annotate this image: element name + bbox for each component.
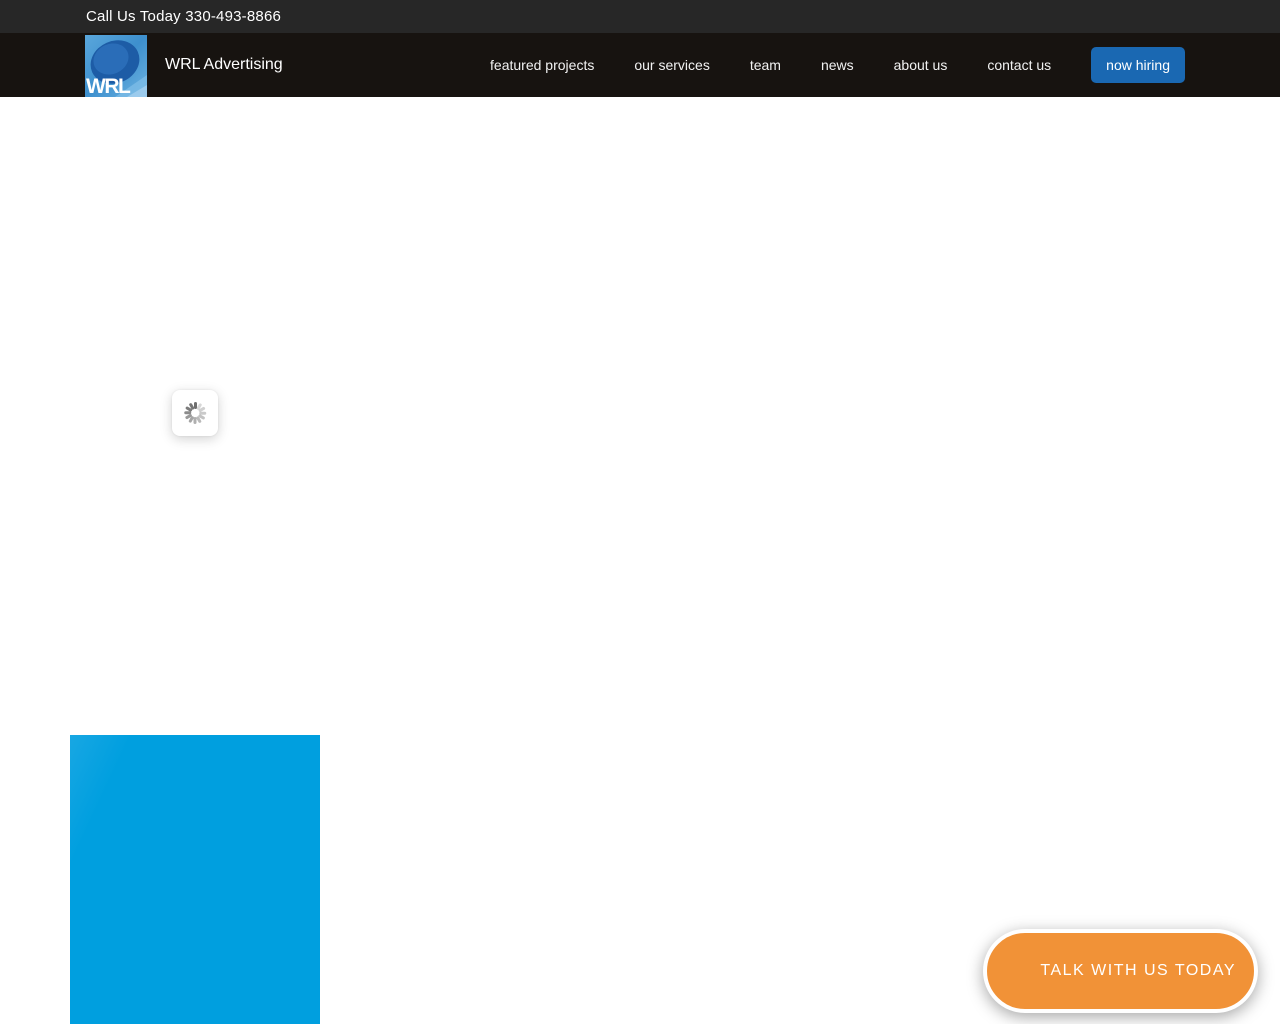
brand-title[interactable]: WRL Advertising	[165, 56, 283, 74]
phone-number[interactable]: Call Us Today 330-493-8866	[86, 8, 281, 25]
nav-item-featured-projects[interactable]: featured projects	[490, 57, 594, 73]
nav-item-contact-us[interactable]: contact us	[987, 57, 1051, 73]
loading-spinner-card	[172, 390, 218, 436]
nav-item-news[interactable]: news	[821, 57, 854, 73]
wrl-logo[interactable]: WRL	[85, 35, 147, 97]
nav-item-our-services[interactable]: our services	[634, 57, 709, 73]
navbar: WRL WRL Advertising featured projects ou…	[0, 33, 1280, 97]
talk-with-us-button[interactable]: TALK WITH US TODAY	[983, 929, 1258, 1013]
blue-image-placeholder	[70, 735, 320, 1024]
nav-item-team[interactable]: team	[750, 57, 781, 73]
nav-item-about-us[interactable]: about us	[894, 57, 948, 73]
spinner-icon	[181, 399, 209, 427]
nav-menu: featured projects our services team news…	[490, 47, 1185, 83]
main-content: TALK WITH US TODAY	[0, 97, 1280, 1024]
now-hiring-button[interactable]: now hiring	[1091, 47, 1185, 83]
talk-with-us-label: TALK WITH US TODAY	[1040, 962, 1236, 979]
topbar: Call Us Today 330-493-8866	[0, 0, 1280, 33]
logo-text: WRL	[86, 75, 131, 97]
